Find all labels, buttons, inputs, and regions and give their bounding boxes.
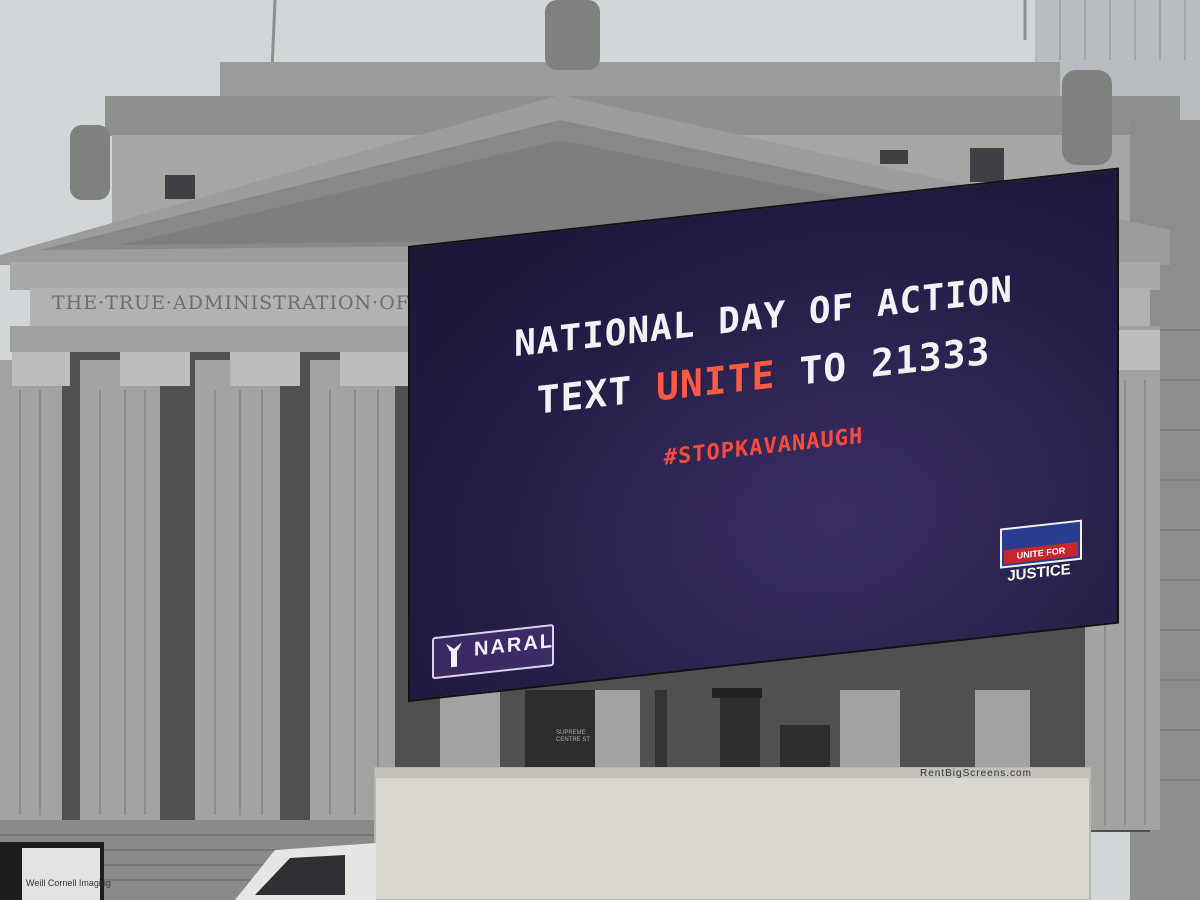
unite-for-justice-logo: UNITE FOR JUSTICE — [1000, 519, 1082, 595]
truck-box — [374, 767, 1091, 900]
cta-keyword: UNITE — [656, 352, 776, 410]
truck-company-label: RentBigScreens.com — [920, 768, 1032, 779]
torch-icon — [446, 642, 462, 668]
cta-prefix: TEXT — [536, 365, 657, 423]
court-sign-line-2: CENTRE ST — [556, 737, 591, 743]
naral-logo-text: NARAL — [474, 629, 554, 661]
street-sign-text: Weill Cornell Imaging — [26, 878, 111, 888]
billboard-screen: NATIONAL DAY OF ACTION TEXT UNITE TO 213… — [408, 167, 1119, 702]
naral-logo: NARAL — [432, 623, 554, 680]
cta-suffix: TO 21333 — [775, 328, 991, 397]
court-entrance-sign: SUPREME CENTRE ST — [556, 730, 590, 744]
court-sign-line-1: SUPREME — [556, 730, 586, 736]
